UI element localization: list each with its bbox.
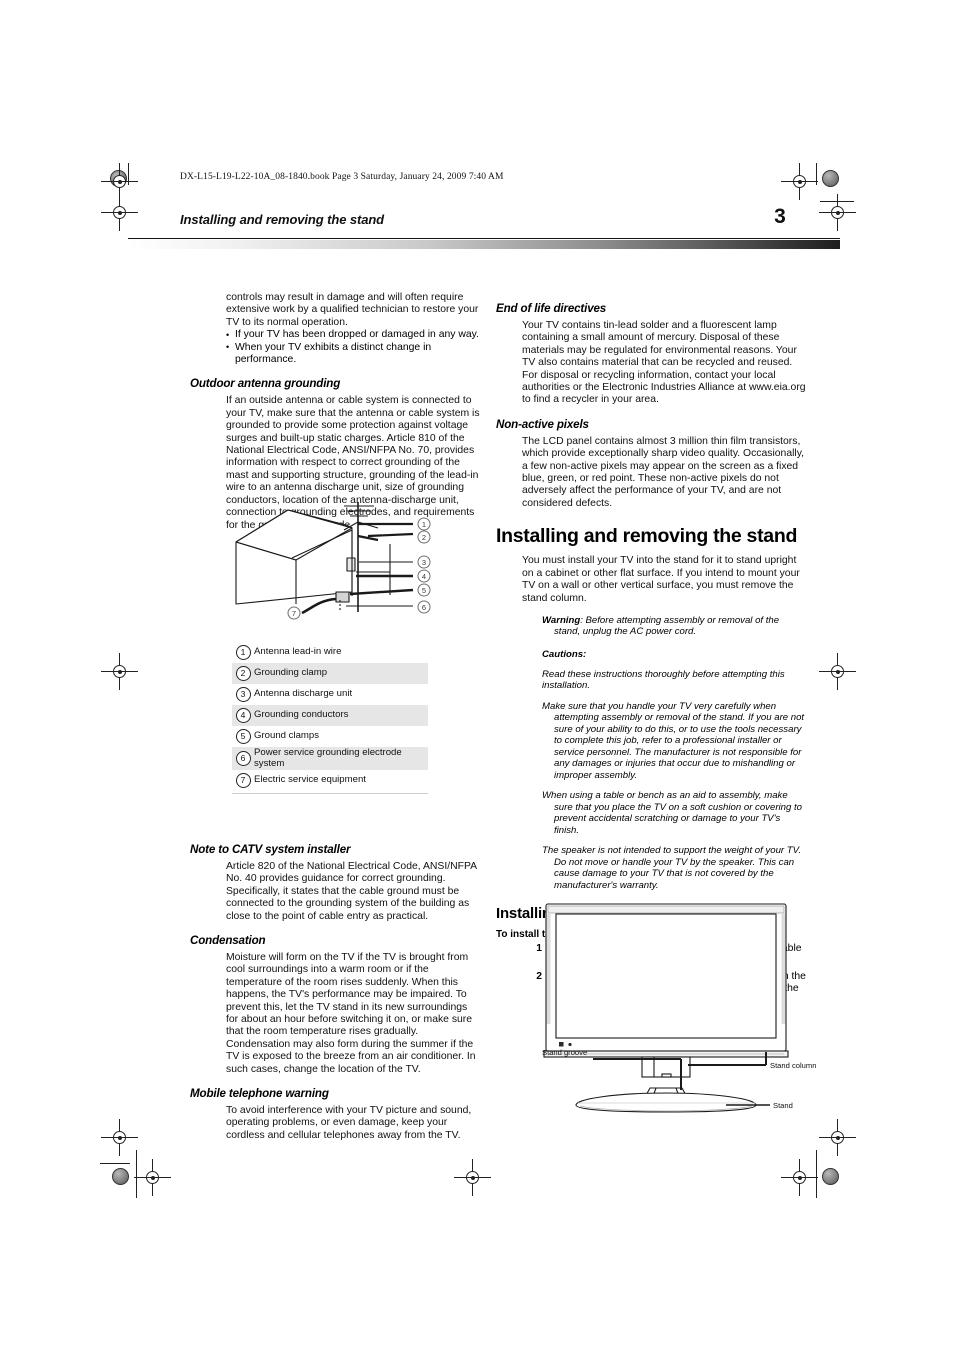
table-row: 7 Electric service equipment — [232, 770, 428, 791]
label-stand-groove-text: Stand groove — [542, 1048, 587, 1057]
legend-number: 4 — [232, 708, 254, 723]
reg-target-top-right-b — [819, 194, 856, 231]
svg-text:6: 6 — [422, 603, 426, 612]
svg-text:5: 5 — [422, 586, 426, 595]
legend-label: Grounding conductors — [254, 709, 349, 721]
color-dot-top-right — [822, 170, 839, 187]
page-number: 3 — [774, 205, 786, 228]
crop-line-top-left — [128, 163, 129, 185]
legend-number: 3 — [232, 687, 254, 702]
reg-target-top-left-b — [101, 194, 138, 231]
tv-stand-figure: Stand groove Stand column Stand Stand gr… — [520, 900, 820, 1115]
antenna-grounding-figure: 1 2 3 4 5 6 7 — [228, 500, 448, 640]
color-dot-bottom-left — [112, 1168, 129, 1185]
reg-target-bl-b — [134, 1159, 171, 1196]
color-dot-bottom-right — [822, 1168, 839, 1185]
heading-end-of-life-directives: End of life directives — [496, 302, 607, 315]
table-row: 4 Grounding conductors — [232, 705, 428, 726]
crop-line-bl-h — [100, 1163, 130, 1164]
legend-label: Electric service equipment — [254, 774, 366, 786]
antenna-grounding-diagram: 1 2 3 4 5 6 7 — [235, 502, 431, 620]
safety-bullet-list: If your TV has been dropped or damaged i… — [226, 329, 480, 366]
list-item: When your TV exhibits a distinct change … — [226, 341, 480, 367]
non-active-pixels-body: The LCD panel contains almost 3 million … — [522, 435, 805, 509]
antenna-legend-table: 1 Antenna lead-in wire 2 Grounding clamp… — [232, 642, 428, 795]
legend-label: Grounding clamp — [254, 667, 328, 679]
svg-text:4: 4 — [422, 572, 426, 581]
reg-target-mid-left — [101, 653, 138, 690]
crop-line-tr-h — [820, 201, 854, 202]
legend-number: 7 — [232, 773, 254, 789]
continued-paragraph: controls may result in damage and will o… — [226, 292, 479, 328]
warning-note: Warning: Before attempting assembly or r… — [542, 615, 806, 638]
legend-number: 2 — [232, 666, 254, 681]
running-head: Installing and removing the stand — [180, 212, 385, 227]
heading-non-active-pixels: Non-active pixels — [496, 417, 589, 431]
book-file-line: DX-L15-L19-L22-10A_08-1840.book Page 3 S… — [180, 172, 504, 182]
reg-target-br-a — [819, 1119, 856, 1156]
table-row: 3 Antenna discharge unit — [232, 684, 428, 705]
legend-label: Ground clamps — [254, 730, 320, 742]
reg-target-mid-right — [819, 653, 856, 690]
reg-target-top-right-a — [781, 163, 818, 200]
document-page: DX-L15-L19-L22-10A_08-1840.book Page 3 S… — [0, 0, 954, 1350]
crop-line-top-right — [816, 163, 817, 185]
legend-number: 5 — [232, 729, 254, 744]
condensation-body-1: Moisture will form on the TV if the TV i… — [226, 951, 473, 1038]
caution-item-3: When using a table or bench as an aid to… — [542, 790, 802, 836]
legend-number: 6 — [232, 751, 254, 767]
svg-text:3: 3 — [422, 558, 426, 567]
list-item: If your TV has been dropped or damaged i… — [226, 329, 480, 342]
label-stand-text: Stand — [773, 1101, 793, 1110]
stand-intro-paragraph: You must install your TV into the stand … — [522, 555, 800, 604]
page-title: Installing and removing the stand — [496, 525, 798, 548]
svg-text:2: 2 — [422, 533, 426, 542]
heading-note-to-catv: Note to CATV system installer — [190, 842, 351, 856]
catv-body: Article 820 of the National Electrical C… — [226, 860, 477, 922]
caution-item-1: Read these instructions thoroughly befor… — [542, 668, 785, 692]
heading-condensation: Condensation — [190, 933, 266, 947]
caution-item-4: The speaker is not intended to support t… — [542, 845, 802, 891]
table-row: 1 Antenna lead-in wire — [232, 642, 428, 663]
svg-text:7: 7 — [292, 609, 296, 618]
tv-stand-diagram: Stand groove Stand column Stand — [542, 903, 816, 1113]
crop-line-br-v — [816, 1150, 817, 1198]
heading-mobile-telephone-warning: Mobile telephone warning — [190, 1087, 329, 1100]
reg-target-top-left-a — [101, 163, 138, 200]
table-row: 5 Ground clamps — [232, 726, 428, 747]
legend-label: Antenna discharge unit — [254, 688, 353, 700]
condensation-body-2: Condensation may also form during the su… — [226, 1038, 476, 1075]
warning-label: Warning — [542, 614, 581, 626]
table-row: 2 Grounding clamp — [232, 663, 428, 684]
crop-line-bl-v — [136, 1150, 137, 1198]
legend-bottom-rule — [232, 793, 428, 795]
legend-label: Antenna lead-in wire — [254, 646, 342, 658]
end-of-life-body: Your TV contains tin-lead solder and a f… — [522, 320, 806, 406]
legend-number: 1 — [232, 645, 254, 660]
reg-target-bottom-center — [454, 1159, 491, 1196]
reg-target-bl-a — [101, 1119, 138, 1156]
legend-label: Power service grounding electrode system — [254, 747, 402, 769]
svg-text:1: 1 — [422, 520, 426, 529]
label-stand-column-text: Stand column — [770, 1061, 816, 1070]
reg-target-br-b — [781, 1159, 818, 1196]
heading-outdoor-antenna-grounding: Outdoor antenna grounding — [190, 377, 341, 391]
mobile-telephone-body: To avoid interference with your TV pictu… — [226, 1105, 472, 1141]
cautions-label: Cautions: — [542, 648, 587, 660]
header-gradient-bar — [128, 240, 840, 249]
warning-text: : Before attempting assembly or removal … — [554, 614, 780, 638]
caution-item-2: Make sure that you handle your TV very c… — [542, 700, 805, 781]
table-row: 6 Power service grounding electrode syst… — [232, 747, 428, 771]
